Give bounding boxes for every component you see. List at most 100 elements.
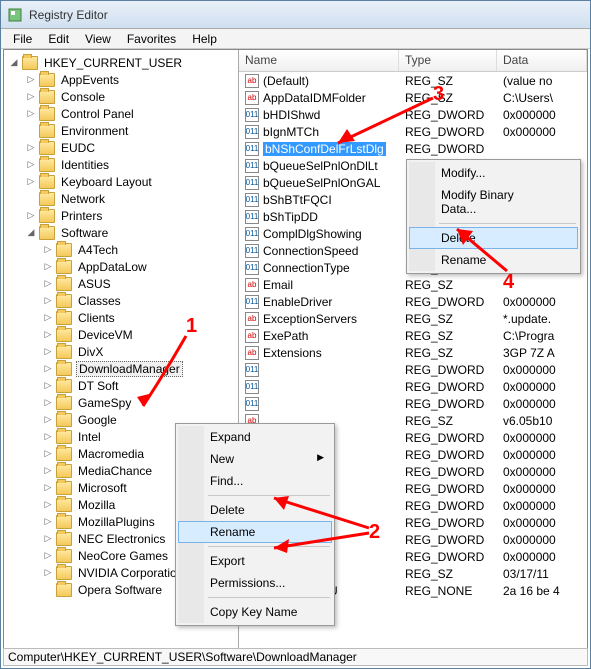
col-header-name[interactable]: Name [239,50,399,71]
tree-label[interactable]: Clients [76,311,117,325]
expand-icon[interactable]: ▷ [42,329,54,341]
tree-item[interactable]: ▷Printers [4,207,238,224]
tree-label[interactable]: GameSpy [76,396,133,410]
tree-item[interactable]: ▷ DeviceVM [4,326,238,343]
menu-help[interactable]: Help [184,30,225,48]
tree-item[interactable]: ▷ AppDataLow [4,258,238,275]
tree-label[interactable]: AppDataLow [76,260,149,274]
menu-item[interactable]: Permissions... [178,572,332,594]
expand-icon[interactable]: ▷ [25,74,37,86]
tree-label[interactable]: Mozilla [76,498,117,512]
tree-label[interactable]: EUDC [59,141,97,155]
menu-edit[interactable]: Edit [40,30,77,48]
tree-label[interactable]: DeviceVM [76,328,135,342]
col-header-data[interactable]: Data [497,50,587,71]
collapse-icon[interactable]: ◢ [8,57,20,69]
tree-label[interactable]: Identities [59,158,111,172]
tree-item[interactable]: ▷DivX [4,343,238,360]
tree-label[interactable]: NVIDIA Corporation [76,566,185,580]
tree-item[interactable]: ▷ Keyboard Layout [4,173,238,190]
tree-item[interactable]: ▷ GameSpy [4,394,238,411]
expand-icon[interactable]: ▷ [42,397,54,409]
tree-label[interactable]: DownloadManager [76,361,183,377]
tree-label[interactable]: Microsoft [76,481,129,495]
tree-label[interactable]: ASUS [76,277,113,291]
tree-label[interactable]: Opera Software [76,583,164,597]
tree-label[interactable]: DivX [76,345,105,359]
collapse-icon[interactable]: ◢ [25,227,37,239]
list-row[interactable]: 011REG_DWORD0x000000 [239,378,587,395]
expand-icon[interactable] [42,584,54,596]
expand-icon[interactable]: ▷ [25,159,37,171]
menu-item[interactable]: Rename [178,521,332,543]
tree-item[interactable]: Environment [4,122,238,139]
tree-label[interactable]: Keyboard Layout [59,175,154,189]
list-row[interactable]: abEmailREG_SZ [239,276,587,293]
tree-label[interactable]: Environment [59,124,130,138]
menu-item[interactable]: Delete [178,499,332,521]
tree-label[interactable]: Google [76,413,119,427]
menu-item[interactable]: New▶ [178,448,332,470]
tree-item[interactable]: ▷Classes [4,292,238,309]
tree-label[interactable]: A4Tech [76,243,120,257]
expand-icon[interactable]: ▷ [42,244,54,256]
tree-item[interactable]: Network [4,190,238,207]
list-row[interactable]: abExceptionServersREG_SZ*.update. [239,310,587,327]
tree-label[interactable]: Control Panel [59,107,136,121]
tree-item-root[interactable]: ◢ HKEY_CURRENT_USER [4,54,238,71]
expand-icon[interactable]: ▷ [25,108,37,120]
list-row[interactable]: 011REG_DWORD0x000000 [239,361,587,378]
expand-icon[interactable]: ▷ [25,142,37,154]
expand-icon[interactable]: ▷ [42,431,54,443]
tree-label[interactable]: HKEY_CURRENT_USER [42,56,184,70]
expand-icon[interactable]: ▷ [42,448,54,460]
tree-item[interactable]: ▷Console [4,88,238,105]
tree-label[interactable]: MozillaPlugins [76,515,157,529]
expand-icon[interactable]: ▷ [42,261,54,273]
menu-view[interactable]: View [77,30,119,48]
tree-item[interactable]: ◢ Software [4,224,238,241]
tree-item[interactable]: ▷ Control Panel [4,105,238,122]
list-row[interactable]: abExePathREG_SZC:\Progra [239,327,587,344]
menu-item[interactable]: Rename [409,249,578,271]
tree-item[interactable]: ▷ DT Soft [4,377,238,394]
tree-item[interactable]: ▷ AppEvents [4,71,238,88]
tree-item[interactable]: ▷ DownloadManager [4,360,238,377]
expand-icon[interactable]: ▷ [42,567,54,579]
tree-item[interactable]: ▷ Identities [4,156,238,173]
expand-icon[interactable]: ▷ [25,176,37,188]
col-header-type[interactable]: Type [399,50,497,71]
menu-item[interactable]: Delete [409,227,578,249]
tree-item[interactable]: ▷ A4Tech [4,241,238,258]
expand-icon[interactable]: ▷ [42,312,54,324]
menu-favorites[interactable]: Favorites [119,30,184,48]
expand-icon[interactable]: ▷ [42,499,54,511]
list-row[interactable]: abExtensionsREG_SZ3GP 7Z A [239,344,587,361]
expand-icon[interactable]: ▷ [42,482,54,494]
tree-label[interactable]: Printers [59,209,104,223]
expand-icon[interactable]: ▷ [42,363,54,375]
tree-label[interactable]: MediaChance [76,464,154,478]
expand-icon[interactable]: ▷ [42,465,54,477]
menu-item[interactable]: Modify... [409,162,578,184]
tree-label[interactable]: Network [59,192,107,206]
tree-label[interactable]: NEC Electronics [76,532,167,546]
tree-item[interactable]: ▷ ASUS [4,275,238,292]
menu-file[interactable]: File [5,30,40,48]
expand-icon[interactable]: ▷ [25,91,37,103]
tree-item[interactable]: ▷ Clients [4,309,238,326]
tree-label[interactable]: DT Soft [76,379,120,393]
expand-icon[interactable]: ▷ [42,278,54,290]
tree-label[interactable]: AppEvents [59,73,121,87]
expand-icon[interactable]: ▷ [42,380,54,392]
list-row[interactable]: ab(Default)REG_SZ(value no [239,72,587,89]
expand-icon[interactable]: ▷ [42,414,54,426]
menu-item[interactable]: Modify Binary Data... [409,184,578,220]
menu-item[interactable]: Expand [178,426,332,448]
expand-icon[interactable]: ▷ [42,550,54,562]
tree-label[interactable]: Software [59,226,110,240]
list-row[interactable]: 011REG_DWORD0x000000 [239,395,587,412]
tree-label[interactable]: Classes [76,294,123,308]
tree-label[interactable]: NeoCore Games [76,549,170,563]
menu-item[interactable]: Copy Key Name [178,601,332,623]
